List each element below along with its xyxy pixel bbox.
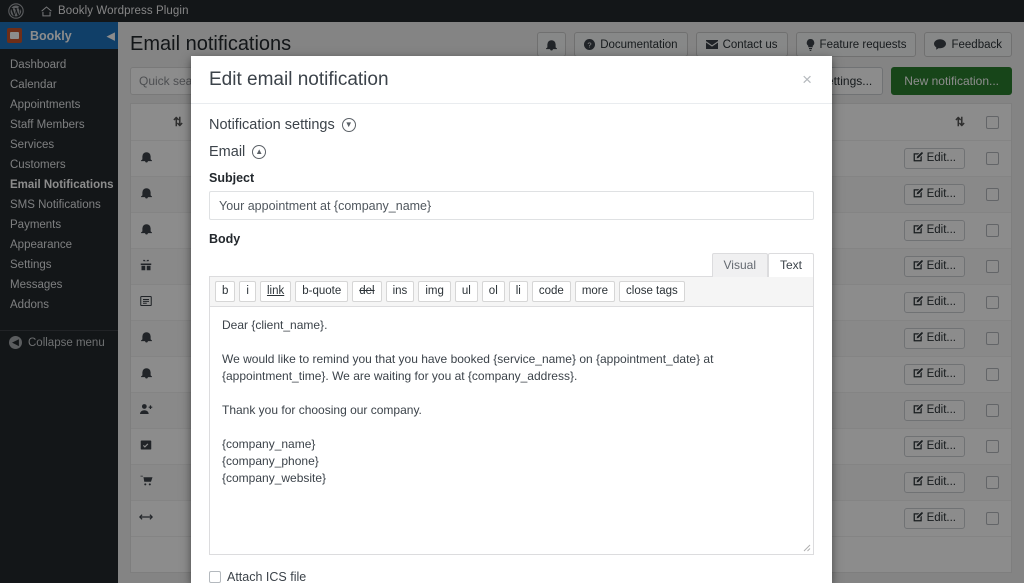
tab-visual[interactable]: Visual (711, 253, 768, 277)
quicktag-code[interactable]: code (531, 281, 571, 302)
attach-ics-row[interactable]: Attach ICS file (209, 570, 814, 583)
quicktag-li[interactable]: li (508, 281, 528, 302)
editor-quicktags-toolbar: b i link b-quote del ins img ul ol li code more clos… (209, 276, 814, 307)
edit-email-notification-modal: Edit email notification × Notification s… (191, 56, 832, 583)
subject-input[interactable] (209, 191, 814, 220)
editor-tabs: Visual Text (209, 252, 814, 277)
quicktag-more[interactable]: more (574, 281, 616, 302)
email-section-toggle[interactable]: Email ▲ (209, 144, 814, 160)
quicktag-i[interactable]: i (239, 281, 256, 302)
quicktag-del[interactable]: del (352, 281, 382, 302)
quicktag-ol[interactable]: ol (481, 281, 505, 302)
notification-settings-label: Notification settings (209, 117, 335, 133)
email-section-label: Email (209, 144, 246, 160)
modal-header: Edit email notification × (191, 56, 832, 104)
chevron-up-icon[interactable]: ▲ (252, 145, 267, 159)
quicktag-img[interactable]: img (418, 281, 451, 302)
subject-label: Subject (209, 171, 255, 185)
modal-body: Notification settings ▼ Email ▲ Subject … (191, 104, 832, 583)
body-block: Body Visual Text b i link b-quote del ins img u… (209, 232, 814, 555)
quicktag-ul[interactable]: ul (454, 281, 478, 302)
chevron-down-icon[interactable]: ▼ (341, 118, 356, 132)
resize-handle-icon[interactable] (799, 540, 811, 552)
notification-settings-section-toggle[interactable]: Notification settings ▼ (209, 117, 814, 133)
quicktag-link[interactable]: link (259, 281, 292, 302)
quicktag-ins[interactable]: ins (385, 281, 415, 302)
tab-text[interactable]: Text (767, 253, 814, 277)
quicktag-close-tags[interactable]: close tags (619, 281, 685, 302)
attach-ics-label: Attach ICS file (227, 570, 307, 583)
body-label: Body (209, 232, 241, 246)
attach-ics-checkbox[interactable] (209, 571, 221, 583)
body-textarea[interactable]: Dear {client_name}. We would like to rem… (209, 307, 814, 555)
quicktag-b-quote[interactable]: b-quote (295, 281, 349, 302)
quicktag-b[interactable]: b (215, 281, 236, 302)
modal-title: Edit email notification (209, 68, 389, 90)
close-icon[interactable]: × (800, 71, 814, 88)
